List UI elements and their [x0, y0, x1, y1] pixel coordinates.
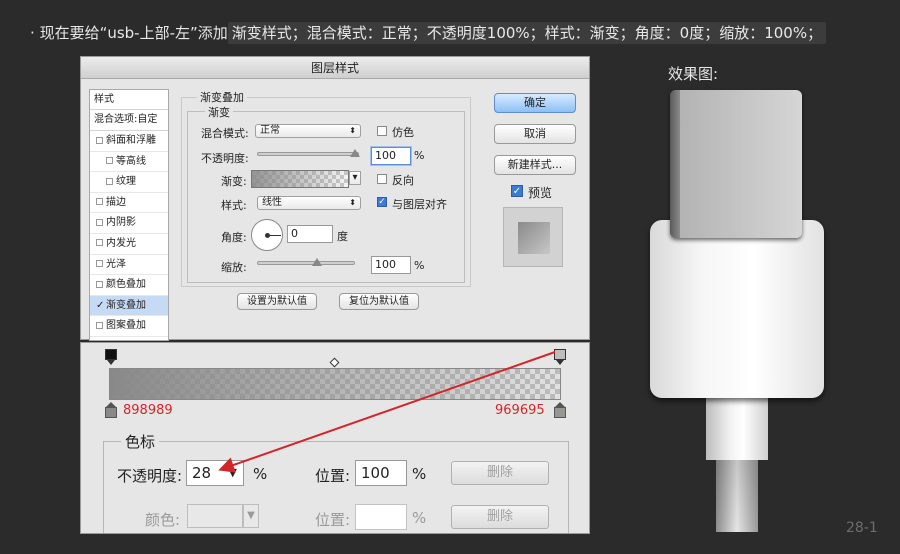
usb-cable: [716, 460, 758, 532]
usb-effect-illustration: [640, 86, 840, 532]
usb-neck: [706, 398, 768, 460]
effect-title: 效果图:: [668, 65, 719, 83]
usb-plug-body: [650, 220, 824, 398]
page-number: 28-1: [846, 520, 878, 536]
arrow-line: [218, 351, 556, 473]
usb-metal-connector: [670, 90, 802, 238]
